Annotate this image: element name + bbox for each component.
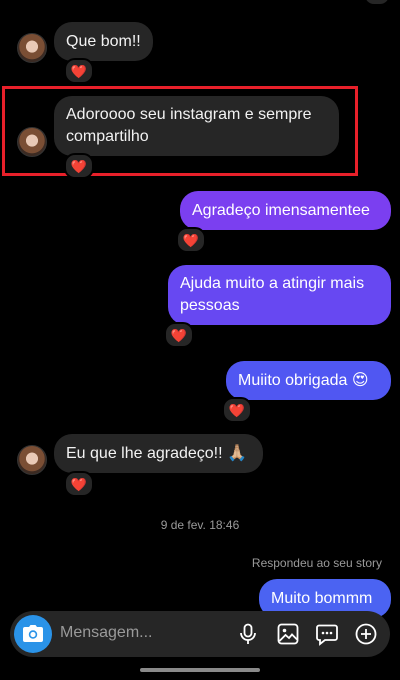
incoming-message[interactable]: Adoroooo seu instagram e sempre comparti… xyxy=(54,96,339,156)
heart-icon: ❤️ xyxy=(182,232,200,248)
heart-icon: ❤️ xyxy=(170,327,188,343)
story-reply-label: Respondeu ao seu story xyxy=(251,556,382,570)
gallery-icon[interactable] xyxy=(276,622,300,646)
message-text: Muiito obrigada 😍 xyxy=(238,372,369,389)
heart-icon: ❤️ xyxy=(228,402,246,418)
contact-avatar[interactable] xyxy=(17,33,47,63)
incoming-message[interactable]: Eu que lhe agradeço!! 🙏🏼 xyxy=(54,434,263,473)
heart-icon: ❤️ xyxy=(70,63,88,79)
message-text: Muito bommm xyxy=(271,590,373,607)
contact-avatar[interactable] xyxy=(17,445,47,475)
outgoing-message[interactable]: Ajuda muito a atingir mais pessoas xyxy=(168,265,391,325)
home-indicator[interactable] xyxy=(140,668,260,672)
microphone-icon[interactable] xyxy=(236,622,260,646)
message-text: Eu que lhe agradeço!! 🙏🏼 xyxy=(66,445,247,462)
plus-icon[interactable] xyxy=(354,622,378,646)
message-composer[interactable]: Mensagem... xyxy=(10,611,390,657)
previous-reaction-chip xyxy=(365,0,389,4)
message-input[interactable]: Mensagem... xyxy=(60,624,152,642)
message-text-line: Adoroooo seu instagram e sempre xyxy=(66,106,312,123)
outgoing-message[interactable]: Muiito obrigada 😍 xyxy=(226,361,391,400)
heart-icon: ❤️ xyxy=(70,158,88,174)
heart-reaction[interactable]: ❤️ xyxy=(176,227,206,253)
outgoing-message[interactable]: Agradeço imensamentee xyxy=(180,191,391,230)
message-text-line: pessoas xyxy=(180,297,240,314)
camera-icon xyxy=(23,625,43,642)
message-text-line: compartilho xyxy=(66,128,149,145)
message-text: Que bom!! xyxy=(66,33,141,50)
heart-icon: ❤️ xyxy=(70,476,88,492)
heart-reaction[interactable]: ❤️ xyxy=(222,397,252,423)
heart-reaction[interactable]: ❤️ xyxy=(64,471,94,497)
timestamp: 9 de fev. 18:46 xyxy=(160,518,240,532)
message-text-line: Ajuda muito a atingir mais xyxy=(180,275,365,292)
message-text: Agradeço imensamentee xyxy=(192,202,370,219)
sticker-icon[interactable] xyxy=(315,622,339,646)
heart-reaction[interactable]: ❤️ xyxy=(164,322,194,348)
contact-avatar[interactable] xyxy=(17,127,47,157)
incoming-message[interactable]: Que bom!! xyxy=(54,22,153,61)
heart-reaction[interactable]: ❤️ xyxy=(64,153,94,179)
heart-reaction[interactable]: ❤️ xyxy=(64,58,94,84)
camera-button[interactable] xyxy=(14,615,52,653)
